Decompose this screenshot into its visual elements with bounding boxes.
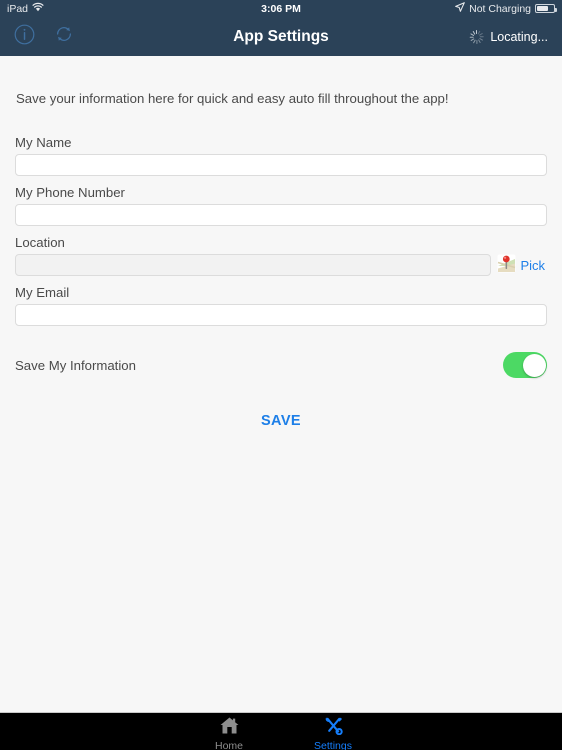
refresh-icon[interactable] [53, 23, 75, 50]
field-label-location: Location [15, 235, 65, 251]
location-row: Pick [15, 254, 547, 277]
toggle-knob [523, 353, 546, 377]
field-label-name: My Name [15, 135, 72, 151]
pick-button-label: Pick [520, 257, 545, 273]
tab-label-settings: Settings [314, 740, 352, 750]
form-fields: My Name My Phone Number Location Pick My… [15, 135, 547, 327]
navigation-bar-right: Locating... [469, 29, 548, 44]
location-input[interactable] [15, 254, 492, 277]
map-pin-icon [497, 254, 516, 276]
navigation-bar-left [14, 23, 75, 50]
home-icon [219, 716, 240, 740]
pick-location-button[interactable]: Pick [491, 254, 547, 276]
status-bar-left: iPad [7, 2, 44, 15]
status-bar-right: Not Charging [455, 2, 557, 15]
settings-form: Save your information here for quick and… [0, 57, 562, 712]
tab-bar: Home Settings [0, 712, 562, 750]
my-phone-number-input[interactable] [15, 204, 547, 227]
my-email-input[interactable] [15, 304, 547, 327]
tab-item-settings[interactable]: Settings [302, 716, 364, 750]
navigation-bar: App Settings Locating... [0, 17, 562, 56]
save-my-information-row: Save My Information [15, 352, 547, 379]
save-my-information-toggle[interactable] [503, 352, 547, 379]
save-button[interactable]: SAVE [251, 409, 311, 433]
tab-label-home: Home [214, 740, 243, 750]
battery-icon [535, 4, 557, 13]
tools-icon [323, 716, 344, 740]
wifi-icon [32, 2, 44, 15]
save-button-container: SAVE [0, 409, 562, 433]
info-circle-icon[interactable] [14, 24, 35, 50]
charging-status: Not Charging [469, 2, 531, 15]
my-name-input[interactable] [15, 154, 547, 177]
device-name: iPad [7, 2, 29, 15]
activity-spinner-icon [469, 29, 484, 44]
locating-status-label: Locating... [490, 29, 548, 44]
field-label-phone: My Phone Number [15, 185, 125, 201]
save-my-information-label: Save My Information [15, 357, 136, 373]
intro-text: Save your information here for quick and… [16, 91, 449, 106]
status-bar: iPad 3:06 PM Not Charging [0, 0, 562, 17]
location-arrow-icon [455, 2, 465, 15]
field-label-email: My Email [15, 285, 70, 301]
tab-item-home[interactable]: Home [198, 716, 260, 750]
